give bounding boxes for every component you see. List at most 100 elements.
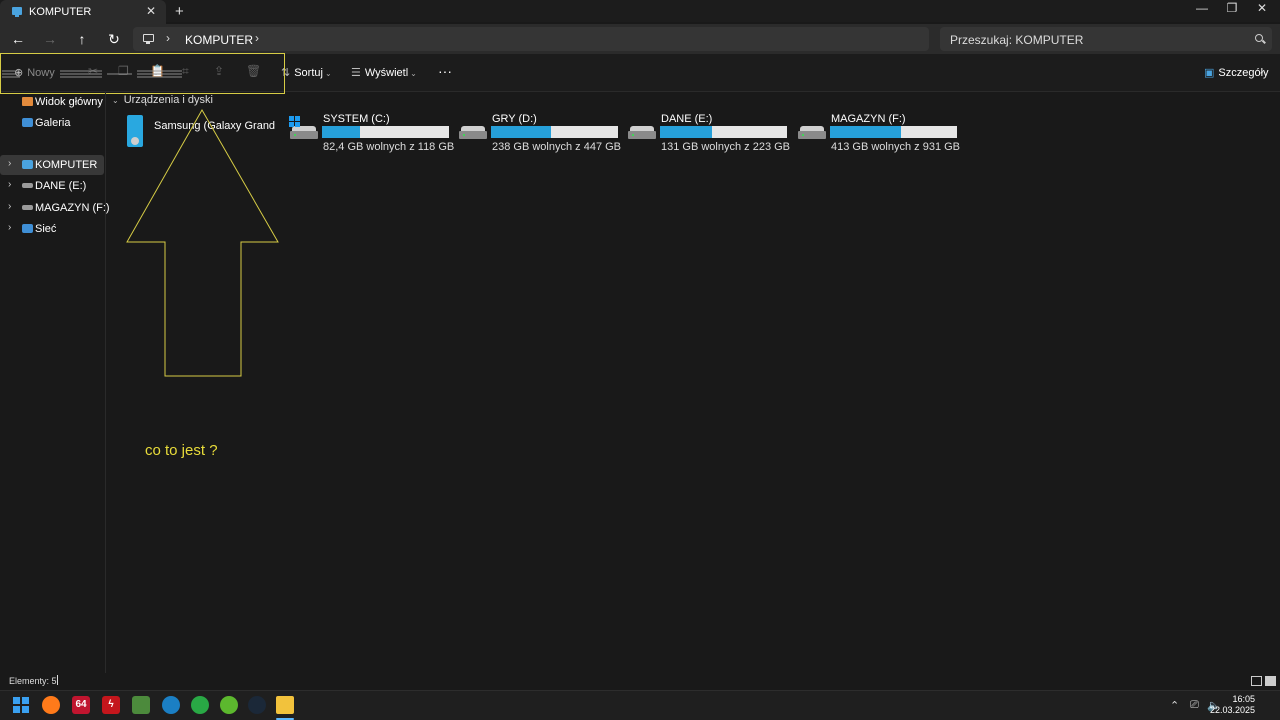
tab-title: KOMPUTER <box>29 6 92 18</box>
drive-free-space: 82,4 GB wolnych z 118 GB <box>323 141 455 153</box>
file-explorer-icon[interactable] <box>276 696 294 714</box>
drive-system-c[interactable]: SYSTEM (C:) 82,4 GB wolnych z 118 GB <box>289 112 454 157</box>
flash-icon[interactable]: ϟ <box>102 696 120 714</box>
firefox-icon[interactable] <box>42 696 60 714</box>
drive-usage-bar <box>491 126 618 138</box>
drive-gry-d[interactable]: GRY (D:) 238 GB wolnych z 447 GB <box>458 112 623 157</box>
drive-name: MAGAZYN (F:) <box>831 113 906 125</box>
taskbar: 64 ϟ ⌃ ⎚ 🔈 16:05 22.03.2025 <box>0 690 1280 720</box>
chevron-up-icon[interactable]: ⌃ <box>1170 699 1179 712</box>
scribble-marks <box>2 70 182 78</box>
drive-usage-bar <box>830 126 957 138</box>
search-input[interactable]: Przeszukaj: KOMPUTER <box>940 27 1272 51</box>
windows-logo-icon <box>289 116 301 128</box>
windows-start-icon[interactable] <box>12 696 30 714</box>
new-tab-button[interactable]: + <box>175 3 184 20</box>
search-icon <box>1255 34 1263 42</box>
details-pane-icon: ▣ <box>1204 67 1215 79</box>
navigation-bar: ← → ↑ ↻ › KOMPUTER › Przeszukaj: KOMPUTE… <box>0 24 1280 54</box>
gpu-tool-icon[interactable] <box>132 696 150 714</box>
chevron-down-icon: ⌄ <box>112 96 119 105</box>
sidebar-item-gallery[interactable]: Galeria <box>0 113 104 133</box>
green-app-icon[interactable] <box>191 696 209 714</box>
status-bar: Elementy: 5 <box>0 673 1280 690</box>
sidebar-item-komputer[interactable]: › KOMPUTER <box>0 155 104 175</box>
close-tab-icon[interactable]: ✕ <box>146 4 156 18</box>
home-icon <box>22 97 33 106</box>
details-button[interactable]: ▣ Szczegóły <box>1204 66 1269 79</box>
refresh-button[interactable]: ↻ <box>104 30 124 48</box>
drive-free-space: 131 GB wolnych z 223 GB <box>661 141 791 153</box>
section-header-devices[interactable]: ⌄ Urządzenia i dyski <box>112 94 213 106</box>
maximize-button[interactable]: ❐ <box>1222 1 1242 15</box>
clock-time: 16:05 <box>1232 694 1255 704</box>
sidebar-item-dane[interactable]: › DANE (E:) <box>0 176 104 196</box>
clock[interactable]: 16:05 22.03.2025 <box>1210 694 1255 716</box>
drive-magazyn-f[interactable]: MAGAZYN (F:) 413 GB wolnych z 931 GB <box>797 112 962 157</box>
share-icon[interactable]: ⇪ <box>214 64 224 78</box>
drive-name: SYSTEM (C:) <box>323 113 390 125</box>
forward-button[interactable]: → <box>40 30 60 48</box>
drive-free-space: 238 GB wolnych z 447 GB <box>492 141 622 153</box>
large-icons-view-button[interactable] <box>1265 676 1276 686</box>
details-view-button[interactable] <box>1251 676 1262 686</box>
up-button[interactable]: ↑ <box>72 30 92 48</box>
drive-name: DANE (E:) <box>661 113 713 125</box>
device-label: Samsung (Galaxy Grand <box>154 120 276 132</box>
delete-icon[interactable]: 🗑 <box>246 64 261 78</box>
drive-usage-bar <box>322 126 449 138</box>
drive-name: GRY (D:) <box>492 113 537 125</box>
drive-usage-fill <box>830 126 902 138</box>
chevron-right-icon[interactable]: › <box>8 179 11 190</box>
breadcrumb-komputer[interactable]: KOMPUTER <box>185 33 253 47</box>
drive-usage-fill <box>322 126 361 138</box>
annotation-text: co to jest ? <box>145 442 218 459</box>
drive-icon <box>22 183 33 188</box>
view-button[interactable]: ☰ Wyświetl ⌄ <box>351 66 417 79</box>
search-placeholder: Przeszukaj: KOMPUTER <box>950 33 1084 47</box>
blue-app-icon[interactable] <box>162 696 180 714</box>
drive-icon <box>459 126 487 139</box>
tab-komputer[interactable]: KOMPUTER ✕ <box>0 0 166 24</box>
navigation-pane: Widok główny Galeria › KOMPUTER › DANE (… <box>0 92 110 688</box>
network-tray-icon[interactable]: ⎚ <box>1190 699 1199 712</box>
phone-icon <box>127 115 143 147</box>
chevron-right-icon[interactable]: › <box>8 201 11 212</box>
computer-icon <box>22 160 33 169</box>
drive-dane-e[interactable]: DANE (E:) 131 GB wolnych z 223 GB <box>627 112 792 157</box>
close-window-button[interactable]: ✕ <box>1252 1 1272 15</box>
chevron-right-icon[interactable]: › <box>8 158 11 169</box>
computer-icon <box>143 34 154 44</box>
steam-icon[interactable] <box>248 696 266 714</box>
clock-date: 22.03.2025 <box>1209 705 1255 715</box>
chevron-right-icon[interactable]: › <box>255 31 259 45</box>
items-count: Elementy: 5 <box>9 676 57 686</box>
annotation-arrow <box>126 108 279 377</box>
status-separator <box>57 675 58 685</box>
drive-usage-bar <box>660 126 787 138</box>
address-bar[interactable]: › KOMPUTER › <box>133 27 929 51</box>
sidebar-item-home[interactable]: Widok główny <box>0 92 104 112</box>
chevron-right-icon[interactable]: › <box>166 31 170 45</box>
computer-icon <box>12 7 22 17</box>
sort-icon: ⇅ <box>281 67 291 79</box>
network-icon <box>22 224 33 233</box>
more-options-button[interactable]: ··· <box>438 63 452 79</box>
drive-icon <box>22 205 33 210</box>
gallery-icon <box>22 118 33 127</box>
drive-usage-fill <box>660 126 713 138</box>
drive-usage-fill <box>491 126 551 138</box>
sort-button[interactable]: ⇅ Sortuj ⌄ <box>281 66 332 79</box>
back-button[interactable]: ← <box>8 30 28 48</box>
aida64-icon[interactable]: 64 <box>72 696 90 714</box>
view-icon: ☰ <box>351 67 361 79</box>
minimize-button[interactable]: — <box>1192 1 1212 15</box>
green-app-icon-2[interactable] <box>220 696 238 714</box>
sidebar-item-network[interactable]: › Sieć <box>0 219 104 239</box>
sidebar-item-magazyn[interactable]: › MAGAZYN (F:) <box>0 198 110 218</box>
chevron-right-icon[interactable]: › <box>8 222 11 233</box>
drive-icon <box>798 126 826 139</box>
drive-icon <box>628 126 656 139</box>
command-bar: ⊕ Nowy ✂ ❐ 📋 ⌗ ⇪ 🗑 ⇅ Sortuj ⌄ ☰ Wyświetl ⌄ ··… <box>0 54 1280 92</box>
drive-free-space: 413 GB wolnych z 931 GB <box>831 141 961 153</box>
